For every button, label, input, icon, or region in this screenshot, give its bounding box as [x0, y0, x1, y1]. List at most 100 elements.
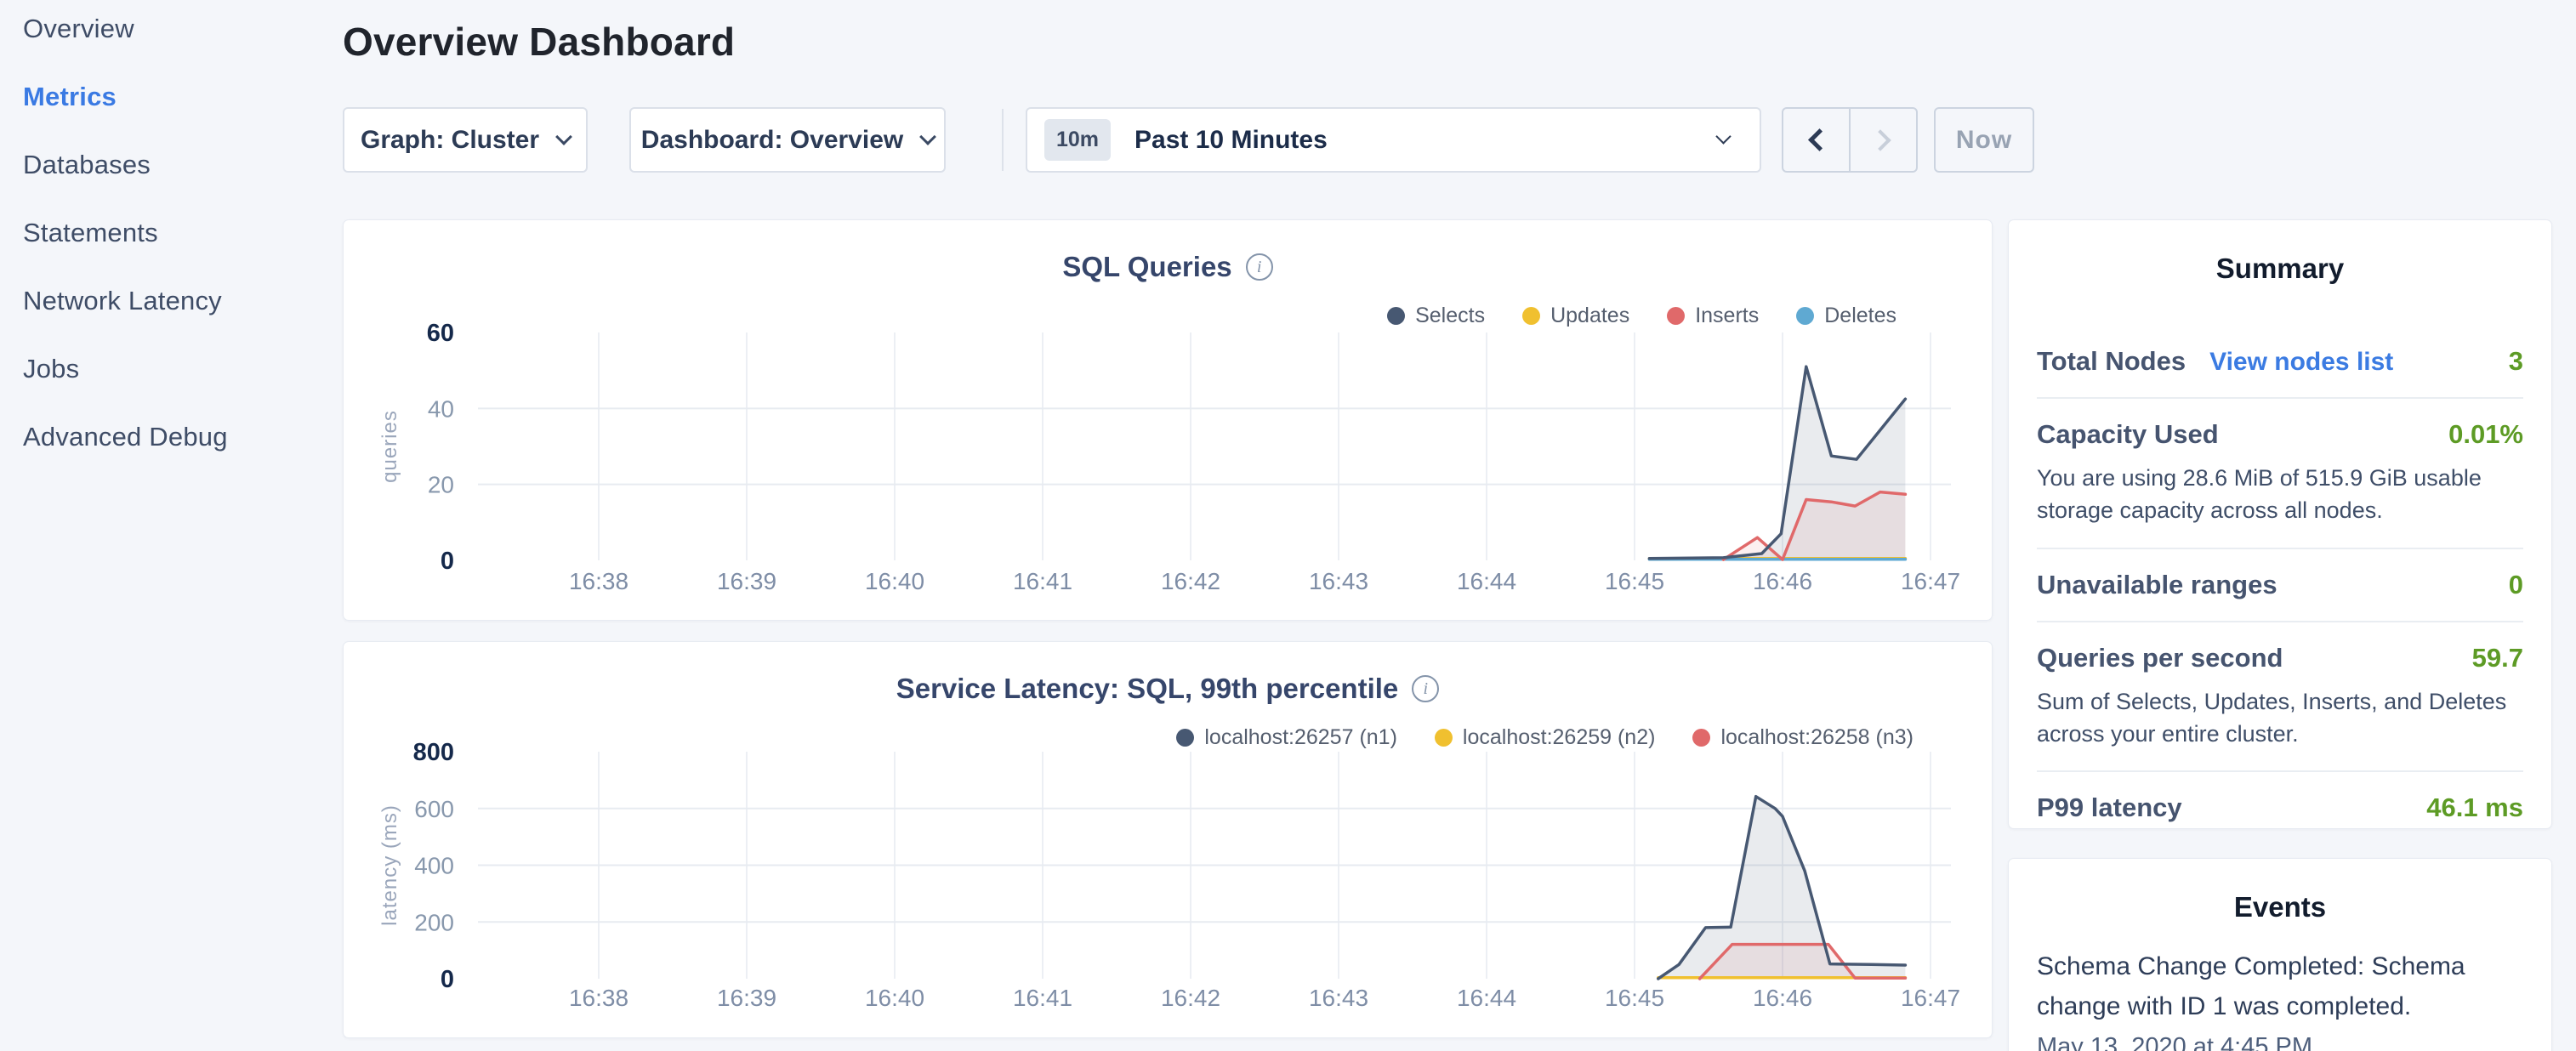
legend-item-localhost-26259-n2-: localhost:26259 (n2)	[1435, 725, 1656, 750]
legend-item-selects: Selects	[1387, 304, 1485, 328]
legend-item-inserts: Inserts	[1667, 304, 1759, 328]
summary-row-unavailable-ranges: Unavailable ranges 0	[2037, 548, 2523, 621]
y-tick-label: 0	[441, 548, 454, 575]
legend-dot-icon	[1796, 307, 1814, 325]
service-latency-legend: localhost:26257 (n1) localhost:26259 (n2)…	[1176, 725, 1914, 750]
now-button[interactable]: Now	[1934, 107, 2034, 173]
summary-panel: Summary Total Nodes View nodes list 3 Ca…	[2008, 219, 2552, 829]
x-tick-label: 16:41	[1013, 568, 1072, 594]
graph-dropdown-label: Graph: Cluster	[361, 126, 539, 155]
x-tick-label: 16:42	[1161, 985, 1220, 1011]
sidebar-item-network-latency[interactable]: Network Latency	[23, 287, 329, 314]
x-tick-label: 16:44	[1457, 568, 1516, 594]
legend-label: Updates	[1550, 304, 1629, 328]
legend-label: Deletes	[1824, 304, 1896, 328]
x-tick-label: 16:39	[717, 568, 776, 594]
legend-label: Inserts	[1695, 304, 1759, 328]
p99-latency-label: P99 latency	[2037, 793, 2182, 823]
summary-row-capacity-used: Capacity Used 0.01% You are using 28.6 M…	[2037, 397, 2523, 548]
series-fill-localhost-26257-n1-	[1658, 797, 1906, 979]
chevron-down-icon	[1715, 128, 1731, 144]
dashboard-dropdown-label: Dashboard: Overview	[641, 126, 903, 155]
legend-dot-icon	[1522, 307, 1540, 325]
view-nodes-list-link[interactable]: View nodes list	[2209, 348, 2393, 377]
legend-label: localhost:26258 (n3)	[1720, 725, 1914, 750]
summary-title: Summary	[2009, 220, 2551, 285]
unavailable-ranges-value: 0	[2509, 570, 2523, 600]
chart-title-sql-queries: SQL Queries	[1062, 251, 1231, 283]
x-tick-label: 16:41	[1013, 985, 1072, 1011]
x-tick-label: 16:45	[1605, 568, 1664, 594]
info-icon[interactable]: i	[1246, 253, 1273, 281]
dashboard-dropdown[interactable]: Dashboard: Overview	[629, 107, 946, 173]
x-tick-label: 16:40	[865, 568, 924, 594]
chevron-down-icon	[555, 128, 572, 145]
service-latency-panel: Service Latency: SQL, 99th percentile i …	[343, 641, 1993, 1038]
y-tick-label: 800	[413, 739, 454, 766]
time-next-button[interactable]	[1849, 109, 1916, 171]
legend-label: Selects	[1415, 304, 1485, 328]
legend-item-localhost-26257-n1-: localhost:26257 (n1)	[1176, 725, 1397, 750]
summary-row-total-nodes: Total Nodes View nodes list 3	[2037, 326, 2523, 397]
legend-label: localhost:26257 (n1)	[1204, 725, 1397, 750]
legend-item-localhost-26258-n3-: localhost:26258 (n3)	[1692, 725, 1914, 750]
capacity-used-description: You are using 28.6 MiB of 515.9 GiB usab…	[2037, 462, 2523, 527]
time-prev-button[interactable]	[1783, 109, 1849, 171]
legend-item-deletes: Deletes	[1796, 304, 1896, 328]
x-tick-label: 16:46	[1753, 985, 1812, 1011]
events-title: Events	[2009, 859, 2551, 923]
time-window-label: Past 10 Minutes	[1134, 126, 1328, 155]
legend-dot-icon	[1387, 307, 1405, 325]
total-nodes-value: 3	[2509, 346, 2523, 377]
event-message: Schema Change Completed: Schema change w…	[2037, 947, 2523, 1026]
event-timestamp: May 13, 2020 at 4:45 PM	[2037, 1033, 2523, 1051]
x-tick-label: 16:46	[1753, 568, 1812, 594]
legend-dot-icon	[1435, 729, 1453, 747]
legend-label: localhost:26259 (n2)	[1463, 725, 1656, 750]
x-tick-label: 16:43	[1309, 568, 1368, 594]
x-tick-label: 16:43	[1309, 985, 1368, 1011]
time-range-dropdown[interactable]: 10m Past 10 Minutes	[1026, 107, 1761, 173]
controls-divider	[1002, 109, 1004, 171]
capacity-used-label: Capacity Used	[2037, 419, 2219, 450]
x-tick-label: 16:45	[1605, 985, 1664, 1011]
queries-per-second-value: 59.7	[2472, 643, 2523, 673]
x-tick-label: 16:44	[1457, 985, 1516, 1011]
x-tick-label: 16:40	[865, 985, 924, 1011]
time-window-badge: 10m	[1044, 119, 1111, 161]
x-tick-label: 16:42	[1161, 568, 1220, 594]
p99-latency-value: 46.1 ms	[2426, 793, 2523, 823]
y-tick-label: 20	[428, 472, 454, 498]
y-axis-title: queries	[378, 410, 401, 483]
chevron-right-icon	[1869, 129, 1891, 151]
sql-queries-panel: SQL Queries i Selects Updates Inserts Delet…	[343, 219, 1993, 621]
sidebar-item-advanced-debug[interactable]: Advanced Debug	[23, 423, 329, 450]
chart-title-service-latency: Service Latency: SQL, 99th percentile	[896, 673, 1399, 705]
sql-queries-legend: Selects Updates Inserts Deletes	[1387, 304, 1896, 328]
sidebar: Overview Metrics Databases Statements Ne…	[23, 15, 329, 491]
sidebar-item-jobs[interactable]: Jobs	[23, 355, 329, 382]
x-tick-label: 16:39	[717, 985, 776, 1011]
y-tick-label: 60	[427, 320, 454, 347]
x-tick-label: 16:38	[569, 568, 628, 594]
y-tick-label: 600	[414, 796, 454, 822]
legend-item-updates: Updates	[1522, 304, 1629, 328]
y-axis-title: latency (ms)	[378, 804, 401, 926]
page-title: Overview Dashboard	[343, 19, 735, 65]
summary-row-queries-per-second: Queries per second 59.7 Sum of Selects, …	[2037, 621, 2523, 771]
sidebar-item-overview[interactable]: Overview	[23, 15, 329, 42]
unavailable-ranges-label: Unavailable ranges	[2037, 570, 2277, 600]
event-item[interactable]: Schema Change Completed: Schema change w…	[2009, 947, 2551, 1051]
x-tick-label: 16:38	[569, 985, 628, 1011]
graph-dropdown[interactable]: Graph: Cluster	[343, 107, 588, 173]
queries-per-second-label: Queries per second	[2037, 643, 2283, 673]
queries-per-second-description: Sum of Selects, Updates, Inserts, and De…	[2037, 685, 2523, 751]
time-nav-group	[1782, 107, 1918, 173]
info-icon[interactable]: i	[1412, 675, 1439, 702]
sidebar-item-statements[interactable]: Statements	[23, 219, 329, 246]
legend-dot-icon	[1176, 729, 1194, 747]
y-tick-label: 0	[441, 966, 454, 993]
sidebar-item-metrics[interactable]: Metrics	[23, 83, 329, 110]
x-tick-label: 16:47	[1901, 985, 1960, 1011]
y-tick-label: 400	[414, 853, 454, 879]
